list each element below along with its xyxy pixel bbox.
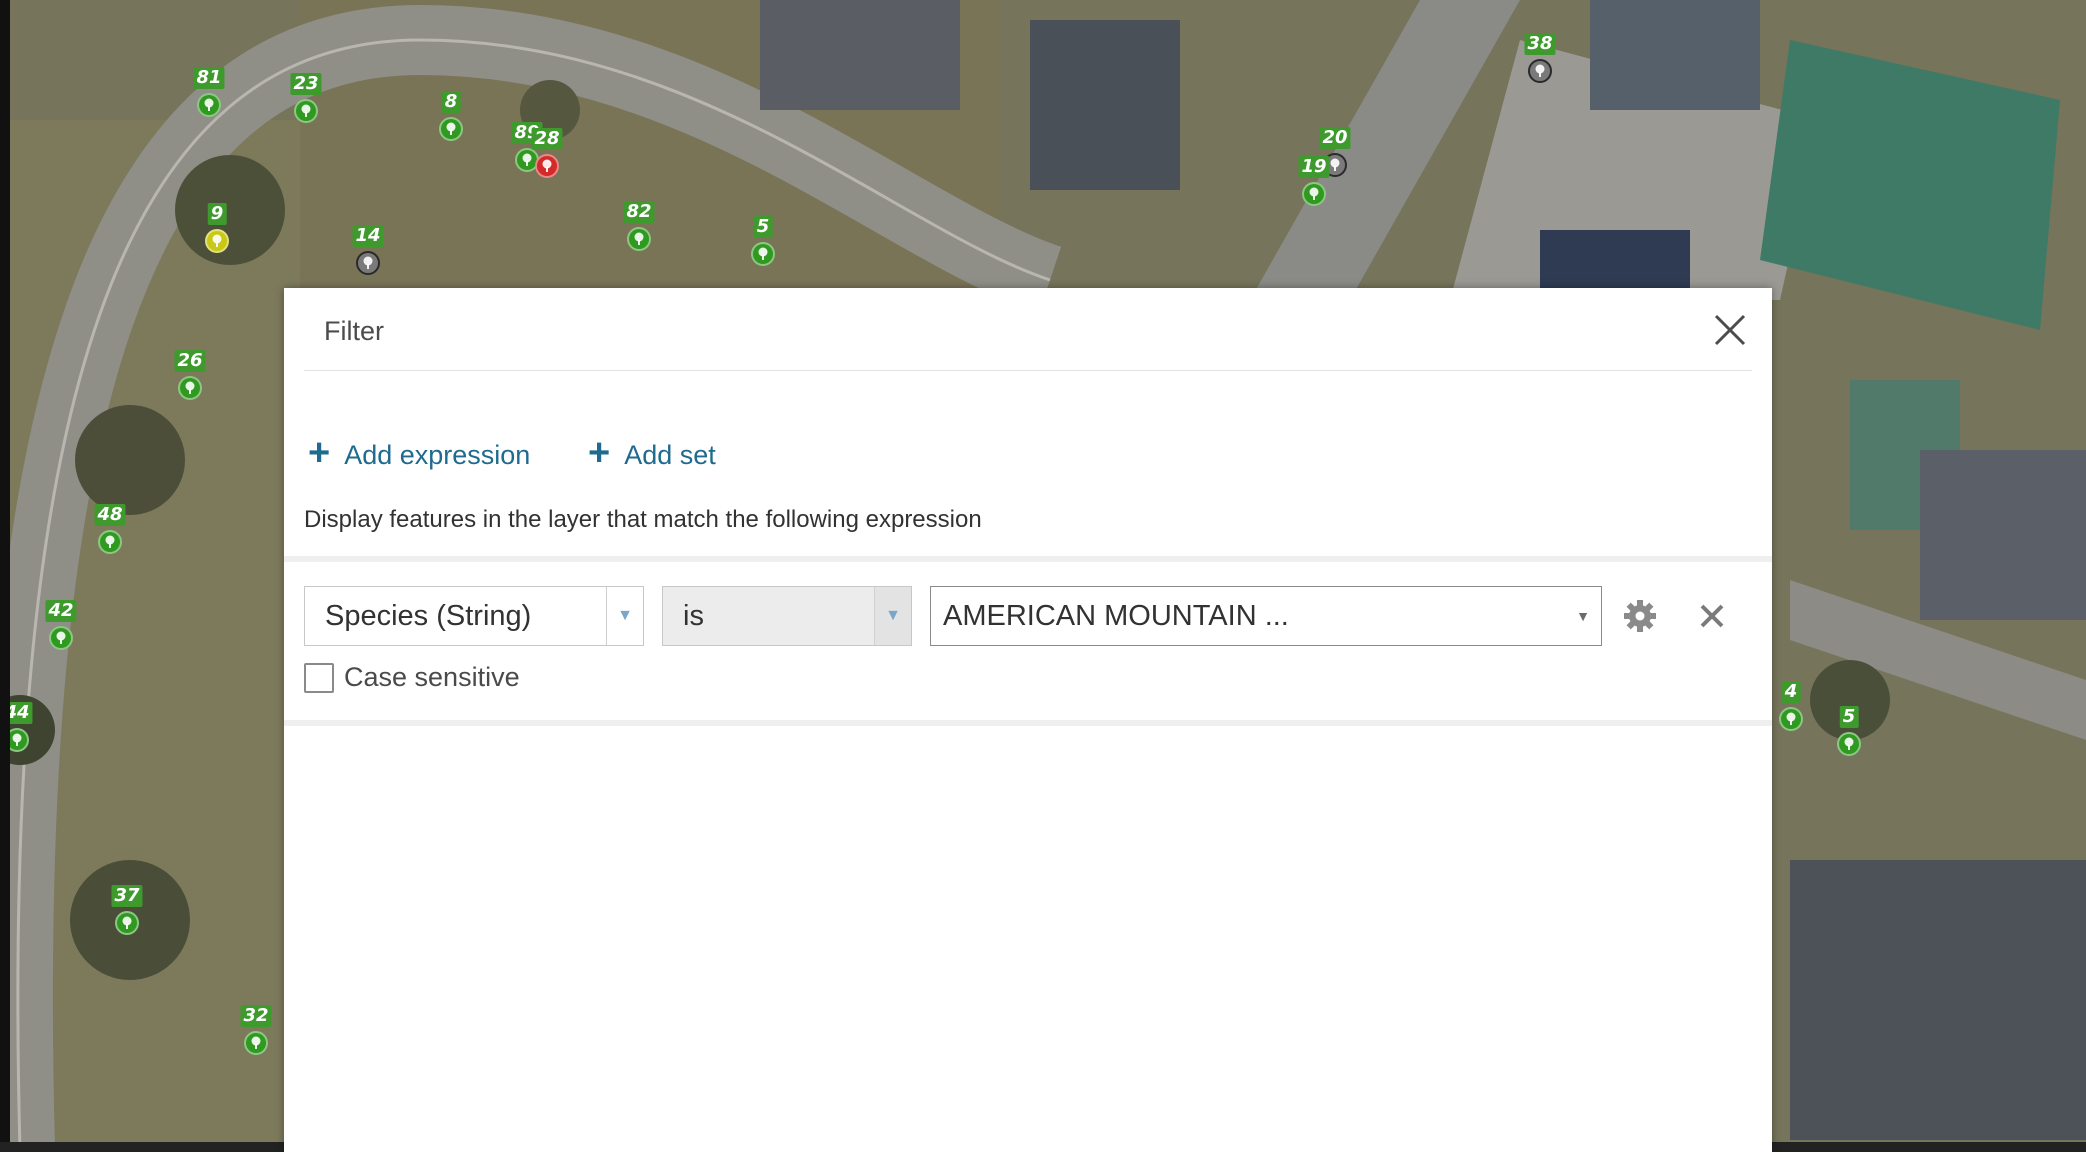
tree-marker-label: 5 [1839,706,1859,728]
value-select[interactable]: AMERICAN MOUNTAIN ... ▼ [930,586,1602,646]
tree-icon [356,251,380,275]
gear-icon [1624,600,1656,632]
chevron-down-icon: ▼ [1576,608,1590,624]
chevron-down-icon: ▼ [874,587,911,645]
tree-marker[interactable]: 82 [619,201,659,261]
tree-icon [535,154,559,178]
plus-icon: + [588,432,611,474]
tree-marker[interactable]: 48 [90,504,130,564]
plus-icon: + [308,432,331,474]
tree-icon [294,99,318,123]
tree-marker-label: 32 [240,1005,272,1027]
expression-settings-button[interactable] [1622,598,1658,634]
close-icon [1714,314,1746,346]
operator-select-value: is [683,599,704,632]
tree-marker-label: 37 [111,885,143,907]
tree-icon [1528,59,1552,83]
filter-description: Display features in the layer that match… [304,506,982,533]
tree-marker-label: 5 [753,216,773,238]
tree-marker-label: 9 [207,203,227,225]
case-sensitive-checkbox[interactable] [304,662,334,693]
tree-marker-label: 26 [174,350,206,372]
tree-marker[interactable]: 32 [236,1005,276,1065]
tree-marker[interactable]: 8 [431,91,471,151]
field-select[interactable]: Species (String) ▼ [304,586,644,646]
value-select-value: AMERICAN MOUNTAIN ... [943,599,1289,632]
tree-marker[interactable]: 14 [348,225,388,285]
tree-marker[interactable]: 5 [743,216,783,276]
tree-icon [1302,182,1326,206]
tree-marker-label: 48 [94,504,126,526]
case-sensitive-row: Case sensitive [304,662,520,693]
tree-marker-label: 81 [193,67,225,89]
tree-marker-label: 82 [623,201,655,223]
tree-icon [751,242,775,266]
remove-expression-button[interactable] [1696,600,1728,632]
tree-icon [98,530,122,554]
tree-icon [627,227,651,251]
tree-marker[interactable]: 19 [1294,156,1334,216]
add-set-button[interactable]: + Add set [588,434,716,472]
window-edge [0,0,10,1152]
tree-icon [115,911,139,935]
tree-marker-label: 20 [1319,127,1351,149]
tree-marker[interactable]: 26 [170,350,210,410]
close-button[interactable] [1708,308,1752,352]
tree-marker-label: 42 [45,600,77,622]
tree-marker[interactable]: 38 [1520,33,1560,93]
tree-icon [439,117,463,141]
tree-marker[interactable]: 5 [1829,706,1869,766]
field-select-value: Species (String) [325,599,532,632]
tree-marker-label: 38 [1524,33,1556,55]
tree-icon [205,229,229,253]
tree-marker[interactable]: 23 [286,73,326,133]
tree-icon [197,93,221,117]
tree-marker[interactable]: 4 [1771,681,1811,741]
expression-row: Species (String) ▼ is ▼ AMERICAN MOUNTAI… [284,556,1772,726]
tree-icon [49,626,73,650]
case-sensitive-label: Case sensitive [344,662,520,692]
tree-marker[interactable]: 37 [107,885,147,945]
tree-marker-label: 8 [441,91,461,113]
operator-select[interactable]: is ▼ [662,586,912,646]
filter-dialog: Filter + Add expression + Add set Displa… [284,288,1772,1152]
add-set-label: Add set [624,439,716,470]
tree-icon [1837,732,1861,756]
tree-icon [244,1031,268,1055]
tree-marker[interactable]: 42 [41,600,81,660]
add-expression-label: Add expression [344,439,531,470]
chevron-down-icon: ▼ [606,587,643,645]
tree-icon [1779,707,1803,731]
tree-marker-label: 14 [352,225,384,247]
tree-marker-label: 4 [1781,681,1801,703]
tree-marker[interactable]: 81 [189,67,229,127]
add-expression-button[interactable]: + Add expression [308,434,531,472]
tree-icon [178,376,202,400]
close-icon [1700,604,1724,628]
dialog-header: Filter [304,288,1752,371]
tree-marker-label: 19 [1298,156,1330,178]
tree-marker[interactable]: 28 [527,128,567,188]
tree-marker-label: 28 [531,128,563,150]
dialog-title: Filter [324,316,384,346]
tree-marker[interactable]: 9 [197,203,237,263]
tree-marker-label: 23 [290,73,322,95]
